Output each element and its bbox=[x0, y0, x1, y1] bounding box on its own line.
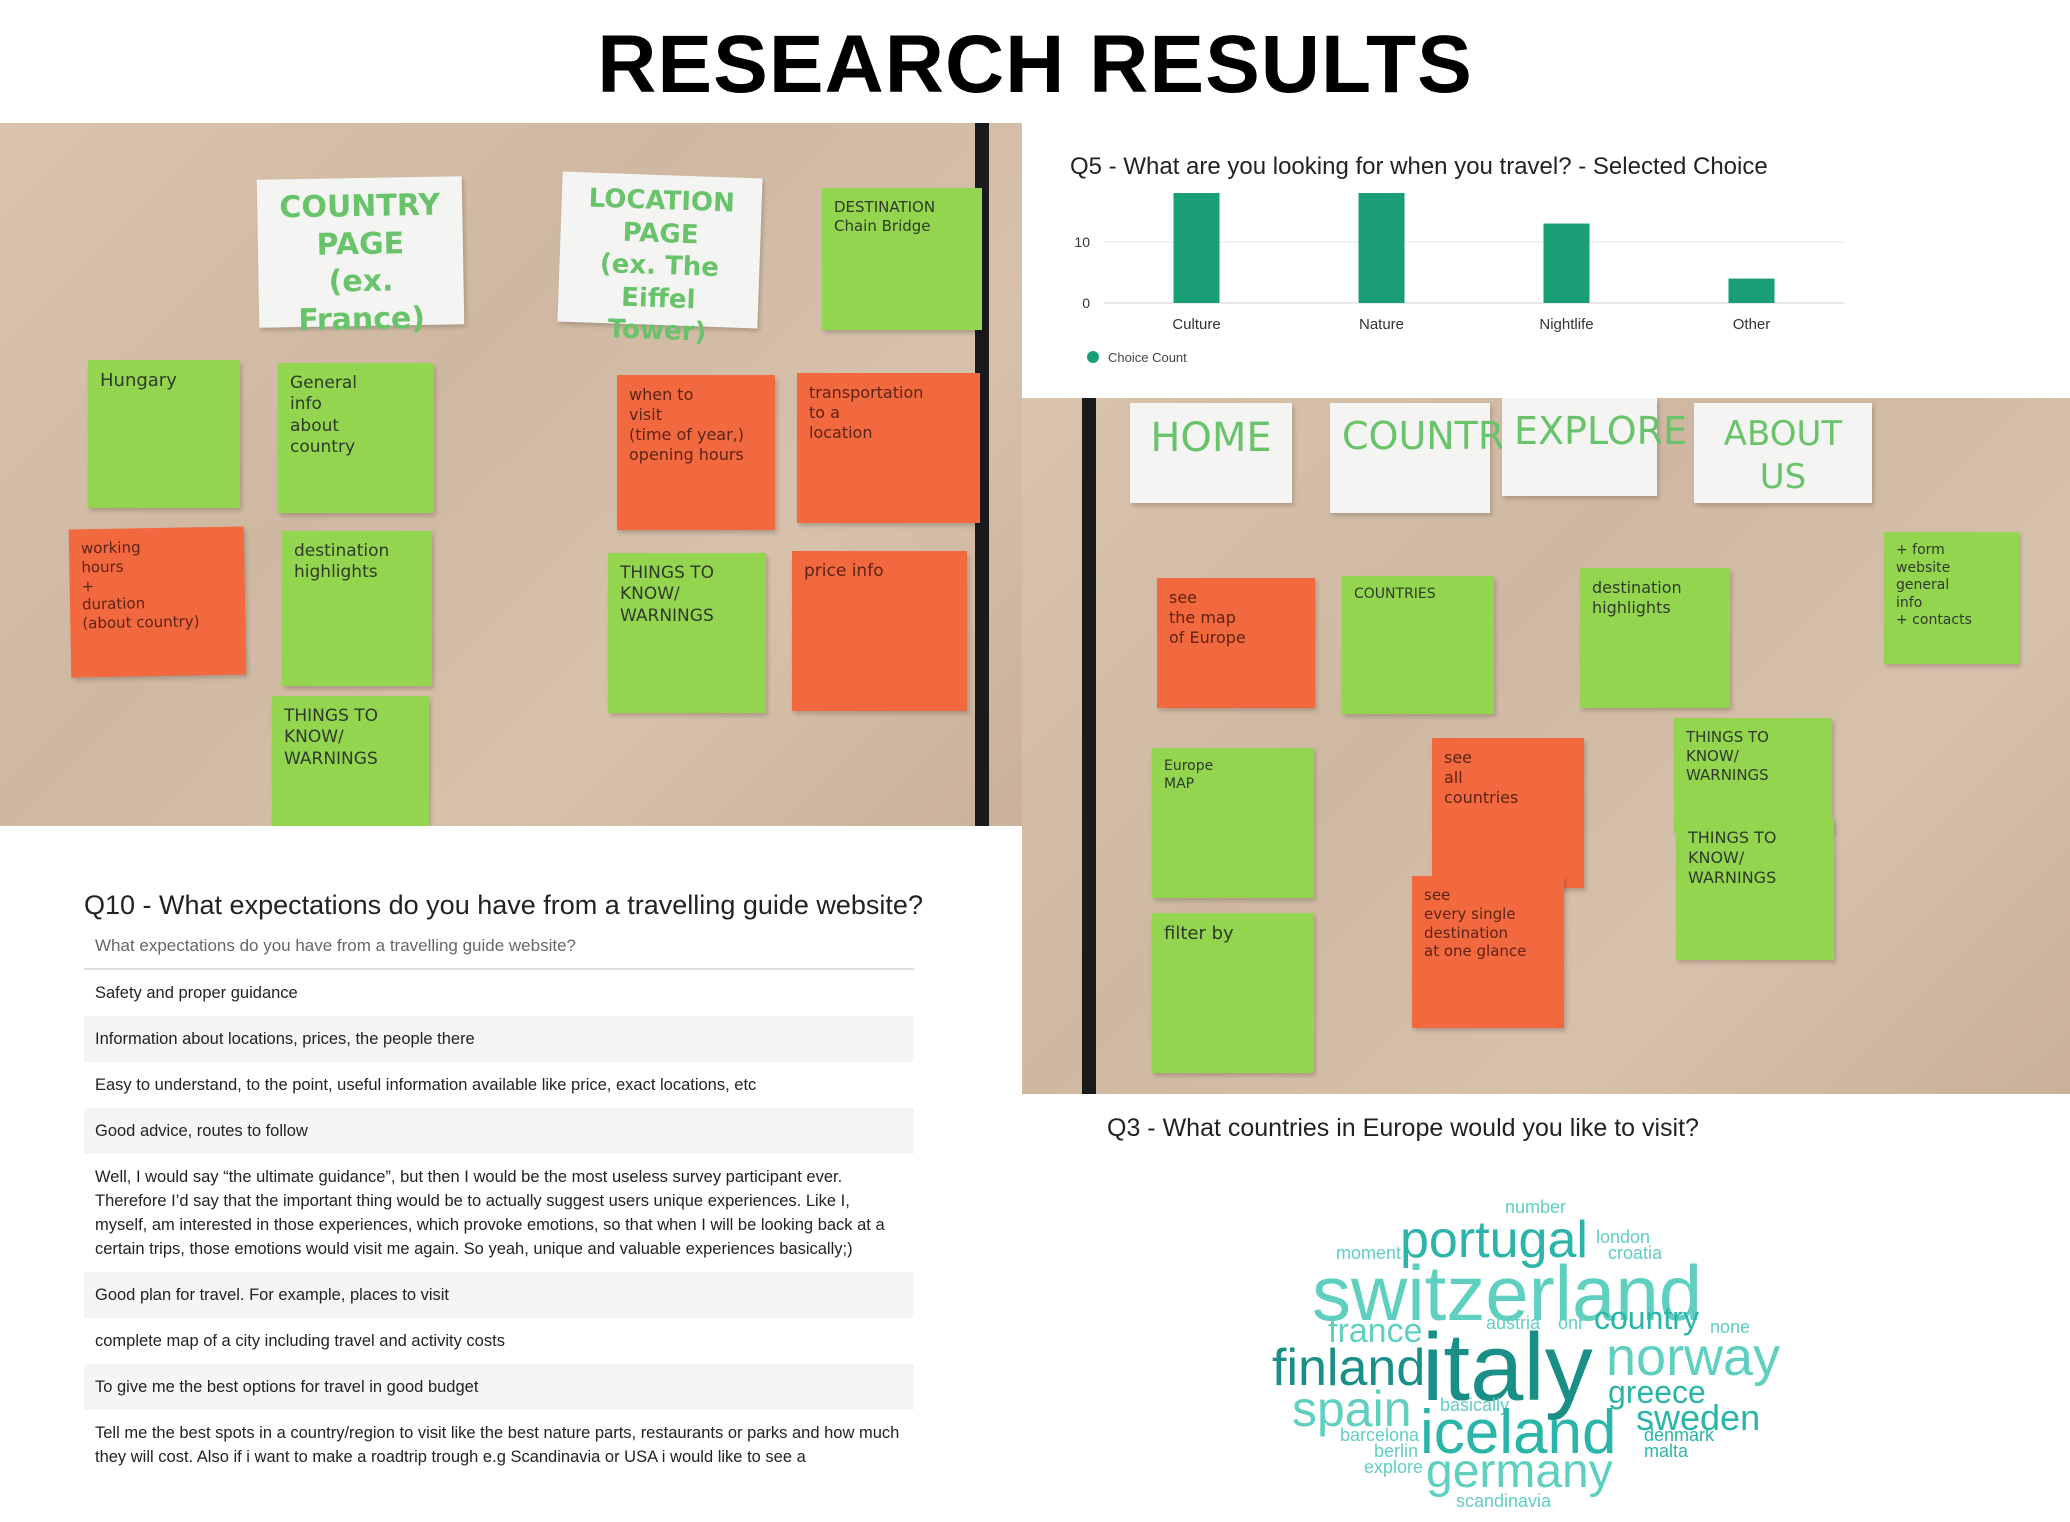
note-general-info: General info about country bbox=[278, 363, 434, 513]
note-europe-map: Europe MAP bbox=[1152, 748, 1314, 898]
table-row: Easy to understand, to the point, useful… bbox=[95, 1076, 757, 1094]
table-row: Good advice, routes to follow bbox=[84, 1108, 914, 1154]
table-row: Good plan for travel. For example, place… bbox=[84, 1272, 914, 1318]
cloud-word: germany bbox=[1426, 1445, 1613, 1498]
note-about-us: ABOUT US bbox=[1694, 403, 1872, 503]
note-home: HOME bbox=[1130, 403, 1292, 503]
q10-table-header: What expectations do you have from a tra… bbox=[84, 932, 914, 970]
y-tick-label: 10 bbox=[1074, 234, 1090, 250]
note-things-to-know-1: THINGS TO KNOW/ WARNINGS bbox=[608, 553, 766, 713]
note-destination-highlights-2: destination highlights bbox=[1580, 568, 1730, 708]
q5-bar-chart: 0 10 Culture Nature Nightlife Other Choice Cou… bbox=[1074, 193, 1844, 365]
note-explore: EXPLORE bbox=[1502, 398, 1687, 496]
note-when-to-visit: when to visit (time of year,) opening ho… bbox=[617, 375, 775, 530]
x-tick-label: Culture bbox=[1172, 316, 1220, 333]
x-tick-label: Nature bbox=[1359, 316, 1404, 333]
table-row: complete map of a city including travel … bbox=[95, 1332, 505, 1350]
sticky-notes-photo-right: HOME COUNTRIES EXPLORE ABOUT US see the … bbox=[1022, 398, 2070, 1094]
x-tick-label: Other bbox=[1733, 316, 1771, 333]
note-see-all: see all countries bbox=[1432, 738, 1584, 888]
note-country-page: COUNTRY PAGE (ex. France) bbox=[256, 176, 465, 338]
note-hungary: Hungary bbox=[88, 360, 240, 508]
bar bbox=[1173, 193, 1220, 303]
note-price-info: price info bbox=[792, 551, 967, 711]
note-see-map: see the map of Europe bbox=[1157, 578, 1315, 708]
page-title: RESEARCH RESULTS bbox=[597, 19, 1473, 110]
note-location-page: LOCATION PAGE (ex. The Eiffel Tower) bbox=[557, 171, 763, 348]
note-transportation: transportation to a location bbox=[797, 373, 980, 523]
q10-title: Q10 - What expectations do you have from… bbox=[84, 890, 923, 920]
note-see-every: see every single destination at one glan… bbox=[1412, 876, 1564, 1028]
legend-label: Choice Count bbox=[1108, 350, 1187, 365]
note-form: + form website general info + contacts bbox=[1884, 532, 2019, 664]
bar bbox=[1358, 193, 1405, 303]
bar bbox=[1543, 223, 1590, 303]
q3-word-cloud: number portugal london moment croatia sw… bbox=[1260, 1190, 1820, 1520]
note-filter-by: filter by bbox=[1152, 913, 1314, 1073]
sticky-notes-photo-left: COUNTRY PAGE (ex. France) LOCATION PAGE … bbox=[0, 123, 1022, 826]
note-destination: DESTINATION Chain Bridge bbox=[822, 188, 982, 330]
cloud-word: malta bbox=[1644, 1441, 1689, 1461]
q3-title: Q3 - What countries in Europe would you … bbox=[1107, 1114, 1699, 1142]
q5-chart-panel: Q5 - What are you looking for when you t… bbox=[1044, 123, 2070, 398]
table-row: Tell me the best spots in a country/regi… bbox=[95, 1424, 900, 1466]
board-divider bbox=[1082, 398, 1096, 1094]
x-tick-label: Nightlife bbox=[1539, 316, 1593, 333]
note-things-to-know-4: THINGS TO KNOW/ WARNINGS bbox=[1676, 818, 1834, 960]
note-things-to-know-2: THINGS TO KNOW/ WARNINGS bbox=[272, 696, 429, 826]
bar bbox=[1728, 278, 1775, 303]
note-countries: COUNTRIES bbox=[1330, 403, 1564, 513]
cloud-word: scandinavia bbox=[1456, 1491, 1552, 1511]
table-row: Safety and proper guidance bbox=[95, 984, 298, 1002]
legend-swatch bbox=[1087, 351, 1099, 363]
y-tick-label: 0 bbox=[1082, 295, 1090, 311]
table-row: Well, I would say “the ultimate guidance… bbox=[95, 1168, 885, 1258]
note-destination-highlights: destination highlights bbox=[282, 531, 432, 686]
cloud-word: explore bbox=[1364, 1457, 1424, 1477]
q10-responses-table: What expectations do you have from a tra… bbox=[84, 932, 914, 1480]
note-working-hours: working hours + duration (about country) bbox=[68, 526, 247, 678]
note-countries-grid: COUNTRIES bbox=[1342, 576, 1494, 714]
table-row: To give me the best options for travel i… bbox=[84, 1364, 914, 1410]
note-things-to-know-3: THINGS TO KNOW/ WARNINGS bbox=[1674, 718, 1832, 833]
table-row: Information about locations, prices, the… bbox=[84, 1016, 914, 1062]
